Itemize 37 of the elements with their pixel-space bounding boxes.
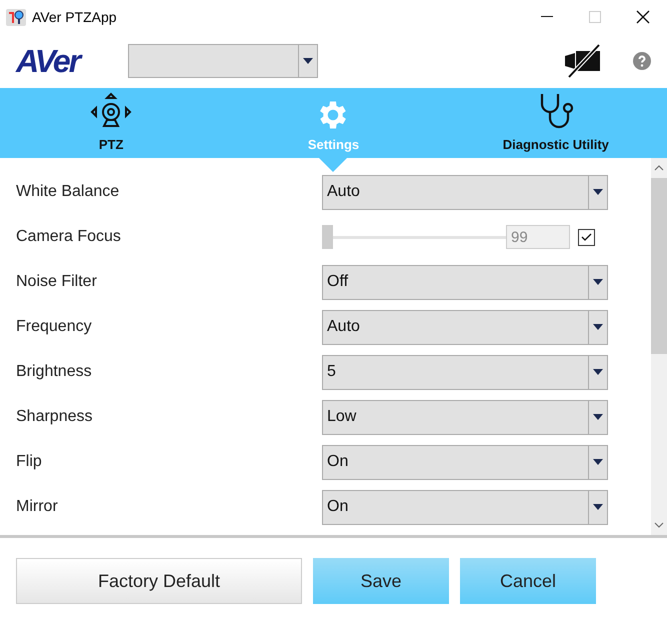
minimize-icon[interactable] [541, 16, 553, 18]
setting-dropdown[interactable]: Off [322, 264, 608, 300]
action-button[interactable]: Save [313, 558, 449, 604]
window-title: AVer PTZApp [32, 9, 118, 25]
setting-label: Frequency [16, 318, 93, 336]
close-icon[interactable] [636, 10, 650, 24]
setting-label: Flip [16, 453, 43, 471]
action-button[interactable]: Cancel [460, 558, 596, 604]
caret-icon [593, 189, 603, 195]
setting-dropdown[interactable]: On [322, 444, 608, 480]
camera-off-icon[interactable] [563, 44, 603, 78]
setting-dropdown[interactable]: Auto [322, 310, 608, 344]
logo: AVer [16, 42, 82, 80]
caret-icon [593, 459, 603, 465]
setting-dropdown[interactable]: Auto [322, 174, 608, 210]
caret-icon [593, 279, 603, 285]
tab[interactable]: Diagnostic Utility [444, 88, 667, 158]
setting-label: Noise Filter [16, 273, 98, 291]
setting-label: Sharpness [16, 408, 94, 426]
caret-icon [593, 324, 603, 330]
tab[interactable]: PTZ [0, 88, 222, 158]
action-button[interactable]: Factory Default [16, 558, 302, 604]
app-icon [6, 7, 26, 27]
caret-icon [593, 414, 603, 420]
setting-dropdown[interactable]: Low [322, 400, 608, 434]
setting-label: Brightness [16, 363, 93, 381]
setting-label: White Balance [16, 183, 120, 201]
scrollbar-thumb[interactable] [651, 178, 667, 354]
setting-dropdown[interactable]: On [322, 490, 608, 524]
checkmark-icon [581, 232, 592, 242]
setting-dropdown[interactable]: 5 [322, 354, 608, 390]
caret-icon [593, 369, 603, 375]
caret-icon [303, 58, 313, 64]
setting-label: Camera Focus [16, 228, 122, 246]
caret-icon [593, 504, 603, 510]
help-icon[interactable] [633, 52, 651, 70]
setting-label: Mirror [16, 498, 59, 516]
